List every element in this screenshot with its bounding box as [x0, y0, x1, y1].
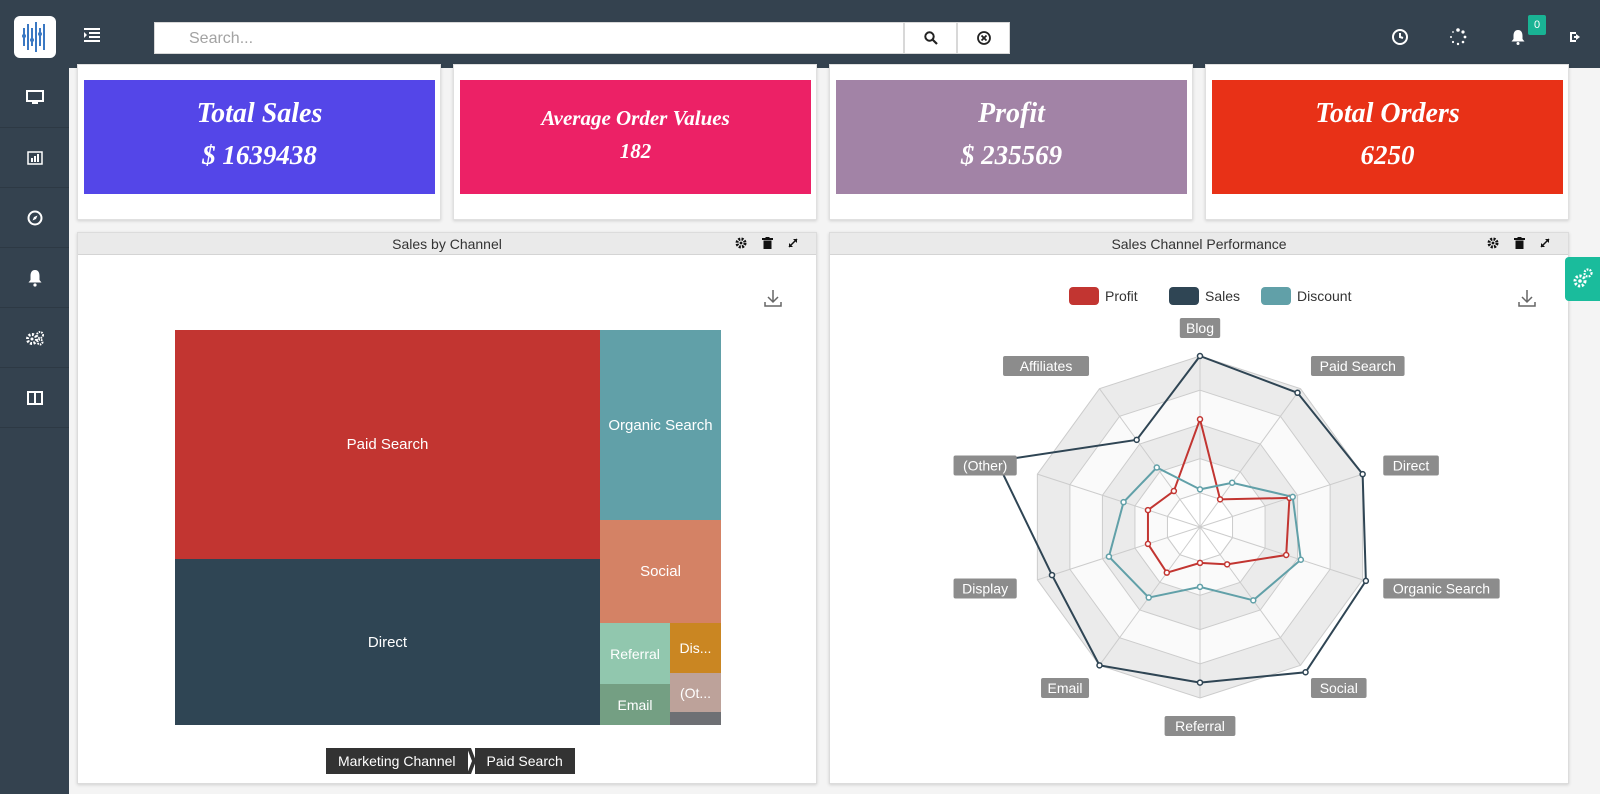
- kpi-title: Average Order Values: [541, 106, 730, 130]
- app-root: 0 Total Sales $ 1639438: [0, 0, 1600, 794]
- search-field[interactable]: [154, 22, 904, 54]
- treemap-cell-organic-search[interactable]: Organic Search: [600, 330, 721, 520]
- treemap-cell-other[interactable]: (Ot...: [670, 673, 721, 712]
- kpi-value: $ 1639438: [202, 140, 317, 170]
- search-icon: [923, 31, 938, 45]
- treemap-cell-direct[interactable]: Direct: [175, 559, 600, 725]
- bell-icon[interactable]: [1508, 27, 1528, 47]
- panel-title: Sales by Channel: [392, 236, 502, 252]
- treemap-label: Social: [640, 563, 681, 580]
- treemap-label: Email: [617, 696, 653, 713]
- breadcrumb-item-current[interactable]: Paid Search: [474, 748, 575, 774]
- sidebar: [0, 68, 69, 794]
- download-icon[interactable]: [1516, 287, 1538, 309]
- sidebar-item-settings[interactable]: [0, 308, 69, 368]
- treemap-label: Referral: [610, 645, 660, 662]
- kpi-tile: Average Order Values 182: [460, 80, 811, 194]
- kpi-tile: Total Orders 6250: [1212, 80, 1563, 194]
- treemap-cell-affiliates[interactable]: [670, 712, 721, 725]
- treemap-label: Dis...: [679, 640, 712, 656]
- kpi-card-total-sales: Total Sales $ 1639438: [77, 64, 441, 220]
- treemap-breadcrumb: Marketing Channel Paid Search: [326, 748, 575, 774]
- treemap-cell-display[interactable]: Dis...: [670, 623, 721, 673]
- treemap-cell-referral[interactable]: Referral: [600, 623, 670, 684]
- compass-icon: [27, 210, 42, 225]
- download-icon[interactable]: [762, 287, 784, 309]
- kpi-title: Total Orders: [1315, 98, 1460, 129]
- trash-icon[interactable]: [760, 236, 774, 250]
- kpi-value: 182: [619, 139, 652, 163]
- floating-settings-button[interactable]: [1565, 257, 1600, 301]
- treemap-label: Organic Search: [608, 416, 713, 434]
- breadcrumb-item-root[interactable]: Marketing Channel: [326, 748, 468, 774]
- treemap-cell-email[interactable]: Email: [600, 684, 670, 725]
- trash-icon[interactable]: [1512, 236, 1526, 250]
- panel-toolbar: [1486, 236, 1552, 250]
- kpi-tile: Profit $ 235569: [836, 80, 1187, 194]
- sidebar-item-layout[interactable]: [0, 368, 69, 428]
- gear-icon[interactable]: [1486, 236, 1500, 250]
- loading-spinner-icon[interactable]: [1448, 27, 1468, 47]
- panel-toolbar: [734, 236, 800, 250]
- kpi-card-profit: Profit $ 235569: [829, 64, 1193, 220]
- menu-toggle-icon[interactable]: [84, 28, 100, 42]
- monitor-icon: [25, 89, 44, 104]
- expand-icon[interactable]: [1538, 236, 1552, 250]
- kpi-title: Profit: [978, 98, 1045, 129]
- columns-icon: [26, 390, 43, 405]
- app-logo[interactable]: [14, 16, 56, 58]
- search-input[interactable]: [189, 30, 889, 48]
- kpi-value: 6250: [1360, 140, 1415, 170]
- treemap-cell-paid-search[interactable]: Paid Search: [175, 330, 600, 559]
- bar-chart-icon: [26, 150, 43, 165]
- sidebar-item-dashboard[interactable]: [0, 68, 69, 128]
- treemap-label: Paid Search: [346, 436, 429, 453]
- kpi-card-total-orders: Total Orders 6250: [1205, 64, 1569, 220]
- bell-icon: [28, 269, 41, 287]
- sidebar-item-explore[interactable]: [0, 188, 69, 248]
- panel-header: Sales Channel Performance: [830, 233, 1568, 255]
- notification-count-badge: 0: [1528, 15, 1546, 35]
- panel-header: Sales by Channel: [78, 233, 816, 255]
- gears-icon: [25, 330, 44, 345]
- top-bar: 0: [0, 0, 1600, 68]
- kpi-tile: Total Sales $ 1639438: [84, 80, 435, 194]
- clear-search-button[interactable]: [957, 22, 1010, 54]
- kpi-title: Total Sales: [196, 98, 323, 129]
- sidebar-item-reports[interactable]: [0, 128, 69, 188]
- sidebar-item-alerts[interactable]: [0, 248, 69, 308]
- expand-icon[interactable]: [786, 236, 800, 250]
- sales-channel-performance-panel: Sales Channel Performance: [829, 232, 1569, 784]
- treemap-cell-social[interactable]: Social: [600, 520, 721, 623]
- treemap-label: (Ot...: [679, 684, 712, 701]
- history-clock-icon[interactable]: [1390, 27, 1410, 47]
- panel-title: Sales Channel Performance: [1111, 236, 1287, 252]
- gears-icon: [1573, 268, 1593, 288]
- close-circle-icon: [976, 31, 991, 45]
- gear-icon[interactable]: [734, 236, 748, 250]
- kpi-card-average-order: Average Order Values 182: [453, 64, 817, 220]
- treemap-label: Direct: [367, 633, 408, 651]
- kpi-value: $ 235569: [960, 140, 1063, 170]
- logout-icon[interactable]: [1566, 27, 1586, 47]
- search-button[interactable]: [904, 22, 957, 54]
